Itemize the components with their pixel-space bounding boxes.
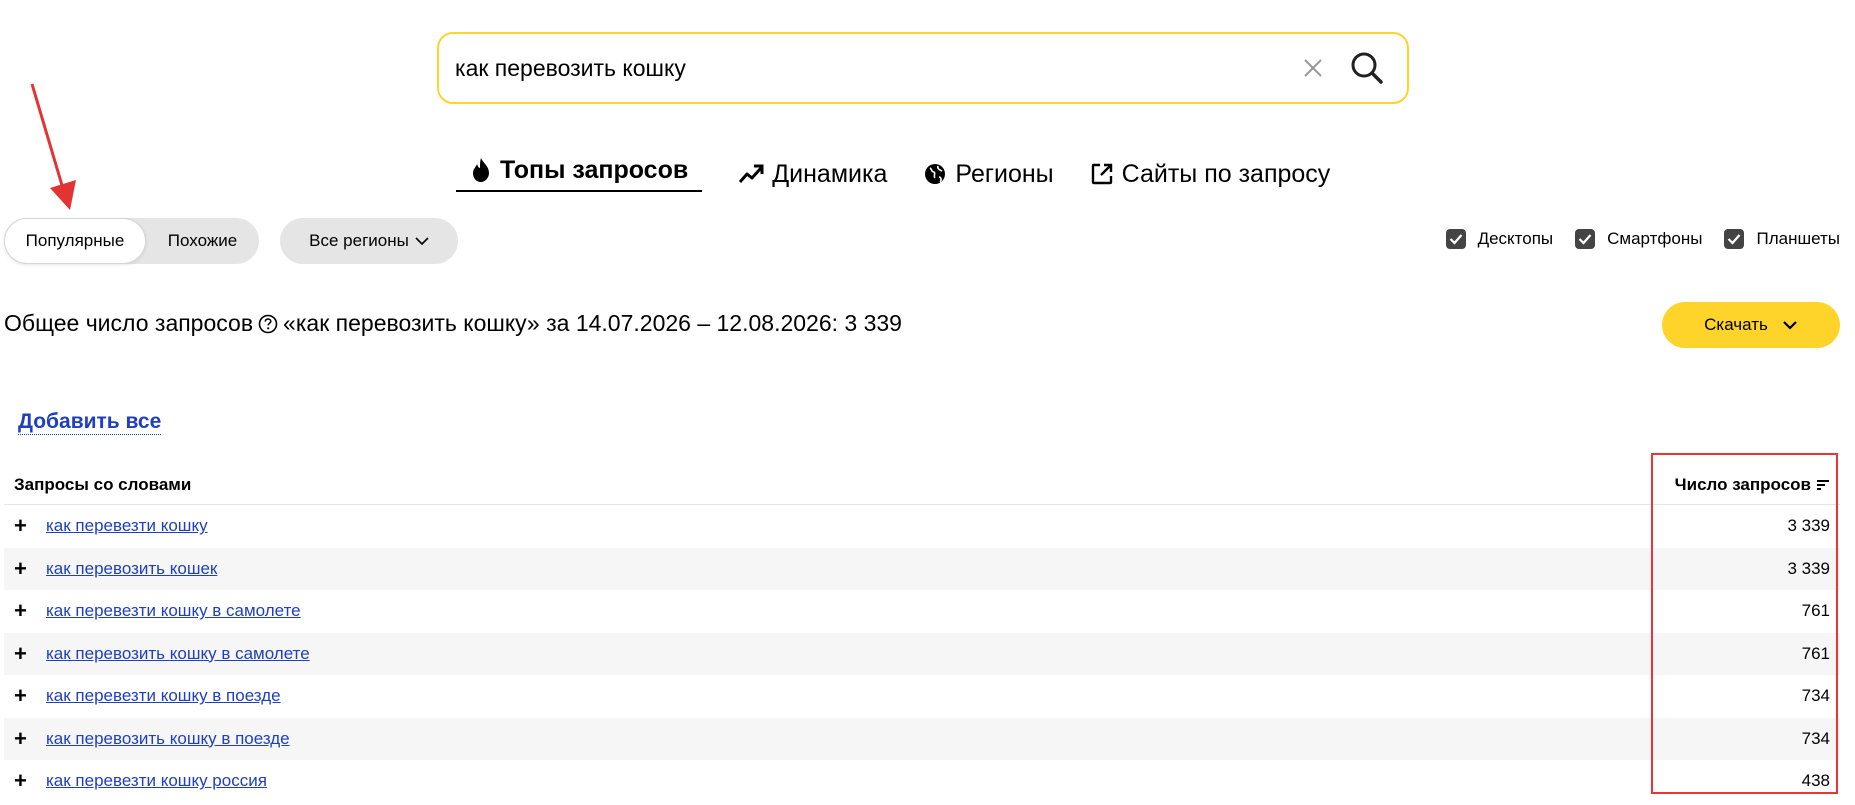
col-header-query: Запросы со словами — [14, 474, 192, 494]
tab-dynamics[interactable]: Динамика — [738, 154, 887, 194]
plus-icon[interactable]: + — [14, 727, 34, 750]
device-tablet[interactable]: Планшеты — [1724, 229, 1840, 249]
mode-toggle: Популярные Похожие — [4, 218, 259, 264]
device-label: Планшеты — [1756, 229, 1840, 248]
globe-icon — [925, 164, 946, 184]
annotation-highlight-box — [1651, 453, 1838, 794]
device-desktop[interactable]: Десктопы — [1445, 229, 1554, 249]
plus-icon[interactable]: + — [14, 685, 34, 707]
close-icon[interactable] — [1293, 48, 1333, 88]
query-summary: Общее число запросов «как перевозить кош… — [4, 310, 902, 337]
trend-icon — [739, 164, 764, 183]
query-link[interactable]: как перевозить кошку в самолете — [46, 644, 310, 664]
region-select-label: Все регионы — [309, 231, 409, 250]
plus-icon[interactable]: + — [14, 642, 34, 665]
plus-icon[interactable]: + — [14, 557, 34, 580]
summary-prefix: Общее число запросов — [4, 310, 254, 336]
summary-text: «как перевозить кошку» за 14.07.2026 – 1… — [283, 310, 902, 336]
checkbox-checked-icon[interactable] — [1724, 229, 1745, 249]
add-all-link[interactable]: Добавить все — [18, 410, 162, 435]
tab-label: Регионы — [955, 159, 1054, 188]
toggle-similar[interactable]: Похожие — [146, 218, 259, 264]
toggle-popular[interactable]: Популярные — [4, 218, 146, 264]
tab-top-queries[interactable]: Топы запросов — [456, 154, 703, 192]
tabs-nav: Топы запросов Динамика Регионы Сайты по … — [456, 154, 1366, 194]
device-smartphone[interactable]: Смартфоны — [1575, 229, 1702, 249]
query-link[interactable]: как перевозить кошек — [46, 559, 217, 579]
plus-icon[interactable]: + — [14, 770, 34, 792]
tab-label: Сайты по запросу — [1121, 159, 1331, 188]
checkbox-checked-icon[interactable] — [1575, 229, 1596, 249]
query-link[interactable]: как перевезти кошку в самолете — [46, 601, 301, 621]
plus-icon[interactable]: + — [14, 600, 34, 622]
chevron-down-icon — [415, 237, 429, 246]
query-link[interactable]: как перевезти кошку — [46, 516, 208, 536]
table-row: + как перевозить кошек 3 339 — [4, 547, 1840, 590]
table-row: + как перевозить кошку в самолете 761 — [4, 632, 1840, 675]
device-filters: Десктопы Смартфоны Планшеты — [1424, 229, 1840, 249]
external-link-icon — [1091, 163, 1112, 185]
device-label: Десктопы — [1477, 229, 1554, 248]
download-label: Скачать — [1704, 315, 1768, 334]
help-icon[interactable] — [258, 314, 278, 334]
tab-sites[interactable]: Сайты по запросу — [1090, 154, 1331, 194]
table-row: + как перевезти кошку в самолете 761 — [4, 590, 1840, 633]
query-link[interactable]: как перевезти кошку в поезде — [46, 686, 281, 706]
device-label: Смартфоны — [1607, 229, 1703, 248]
tab-label: Динамика — [772, 159, 888, 188]
checkbox-checked-icon[interactable] — [1445, 229, 1466, 249]
search-input[interactable]: как перевозить кошку — [455, 55, 1293, 82]
table-row: + как перевезти кошку 3 339 — [4, 505, 1840, 548]
annotation-arrow — [30, 83, 76, 210]
plus-icon[interactable]: + — [14, 515, 34, 537]
query-link[interactable]: как перевозить кошку в поезде — [46, 729, 290, 749]
chevron-down-icon — [1783, 321, 1797, 330]
tab-label: Топы запросов — [500, 155, 689, 184]
table-row: + как перевозить кошку в поезде 734 — [4, 717, 1840, 760]
download-button[interactable]: Скачать — [1662, 302, 1840, 348]
queries-table: Запросы со словами Число запросов + как п… — [4, 465, 1840, 803]
fire-icon — [473, 158, 489, 182]
table-header: Запросы со словами Число запросов — [4, 465, 1840, 505]
table-row: + как перевезти кошку россия 438 — [4, 760, 1840, 803]
region-select[interactable]: Все регионы — [280, 218, 458, 264]
search-icon[interactable] — [1347, 48, 1387, 88]
tab-regions[interactable]: Регионы — [923, 154, 1054, 194]
table-row: + как перевезти кошку в поезде 734 — [4, 675, 1840, 718]
query-link[interactable]: как перевезти кошку россия — [46, 771, 267, 791]
search-box[interactable]: как перевозить кошку — [437, 32, 1409, 104]
